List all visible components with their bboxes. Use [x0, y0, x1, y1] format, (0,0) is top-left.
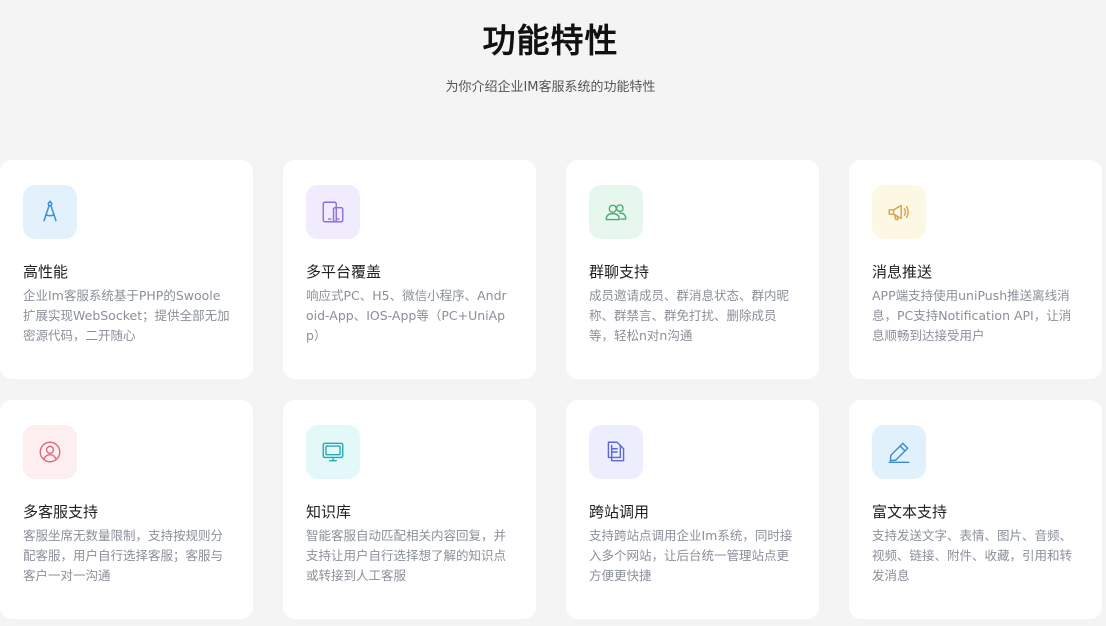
feature-card-knowledge-base[interactable]: 知识库 智能客服自动匹配相关内容回复，并支持让用户自行选择想了解的知识点或转接到… — [283, 400, 536, 619]
feature-description: 响应式PC、H5、微信小程序、Android-App、IOS-App等（PC+U… — [306, 288, 507, 343]
megaphone-icon — [872, 185, 926, 239]
compass-icon — [23, 185, 77, 239]
feature-title: 消息推送 — [872, 263, 933, 281]
feature-card-cross-site[interactable]: 跨站调用 支持跨站点调用企业Im系统，同时接入多个网站，让后台统一管理站点更方便… — [566, 400, 819, 619]
feature-description: 智能客服自动匹配相关内容回复，并支持让用户自行选择想了解的知识点或转接到人工客服 — [306, 528, 507, 583]
users-icon — [589, 185, 643, 239]
feature-card-multi-platform[interactable]: 多平台覆盖 响应式PC、H5、微信小程序、Android-App、IOS-App… — [283, 160, 536, 379]
documents-icon — [589, 425, 643, 479]
feature-title: 群聊支持 — [589, 263, 650, 281]
user-circle-icon — [23, 425, 77, 479]
feature-title: 高性能 — [23, 263, 69, 281]
feature-description: 成员邀请成员、群消息状态、群内昵称、群禁言、群免打扰、删除成员等，轻松n对n沟通 — [589, 288, 790, 343]
monitor-icon — [306, 425, 360, 479]
feature-title: 多客服支持 — [23, 503, 99, 521]
feature-description: APP端支持使用uniPush推送离线消息，PC支持Notification A… — [872, 288, 1072, 343]
feature-card-rich-text[interactable]: 富文本支持 支持发送文字、表情、图片、音频、视频、链接、附件、收藏，引用和转发消… — [849, 400, 1102, 619]
feature-title: 跨站调用 — [589, 503, 650, 521]
feature-title: 多平台覆盖 — [306, 263, 382, 281]
feature-description: 企业Im客服系统基于PHP的Swoole扩展实现WebSocket；提供全部无加… — [23, 288, 230, 343]
feature-description: 支持发送文字、表情、图片、音频、视频、链接、附件、收藏，引用和转发消息 — [872, 528, 1073, 583]
devices-icon — [306, 185, 360, 239]
page-title: 功能特性 — [482, 21, 619, 60]
pencil-icon — [872, 425, 926, 479]
feature-card-multi-agent[interactable]: 多客服支持 客服坐席无数量限制，支持按规则分配客服，用户自行选择客服；客服与客户… — [0, 400, 253, 619]
page-subtitle: 为你介绍企业IM客服系统的功能特性 — [445, 80, 656, 95]
feature-card-high-performance[interactable]: 高性能 企业Im客服系统基于PHP的Swoole扩展实现WebSocket；提供… — [0, 160, 253, 379]
feature-description: 客服坐席无数量限制，支持按规则分配客服，用户自行选择客服；客服与客户一对一沟通 — [23, 528, 224, 583]
feature-card-push[interactable]: 消息推送 APP端支持使用uniPush推送离线消息，PC支持Notificat… — [849, 160, 1102, 379]
features-page: 功能特性 为你介绍企业IM客服系统的功能特性 高性能 企业Im客服系统基于PHP… — [0, 0, 1106, 626]
feature-card-group-chat[interactable]: 群聊支持 成员邀请成员、群消息状态、群内昵称、群禁言、群免打扰、删除成员等，轻松… — [566, 160, 819, 379]
feature-title: 知识库 — [306, 503, 352, 521]
feature-description: 支持跨站点调用企业Im系统，同时接入多个网站，让后台统一管理站点更方便更快捷 — [589, 528, 793, 583]
feature-title: 富文本支持 — [872, 503, 948, 521]
